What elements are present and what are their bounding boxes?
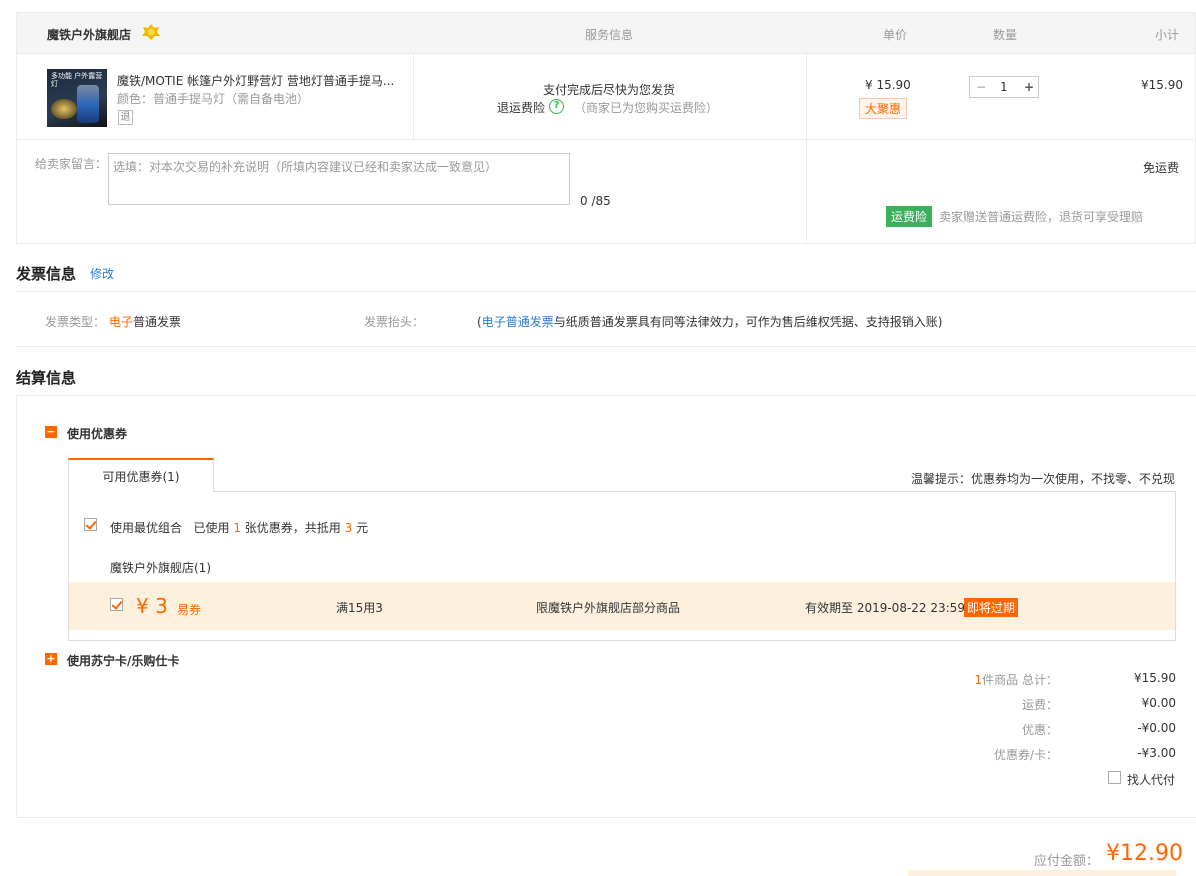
coupon-section-title[interactable]: 使用优惠券 [67,425,127,442]
return-support-icon: 退 [118,110,133,125]
quantity-input[interactable]: 1 [1000,80,1008,94]
color-value: 普通手提马灯（需自备电池） [153,92,310,106]
best-combo-checkbox[interactable] [84,518,97,531]
coupon-type: 易券 [177,603,202,617]
discount-label: 优惠： [1021,723,1058,737]
invoice-type-value: 普通发票 [133,315,182,329]
message-char-count: 0 /85 [580,194,611,208]
coupon-scope: 限魔铁户外旗舰店部分商品 [536,601,681,615]
invoice-title: 发票信息 [16,265,77,283]
service-insurance-note: （商家已为您购买运费险） [574,101,719,115]
promo-tag: 大聚惠 [859,98,908,119]
seller-message-input[interactable]: 选填：对本次交易的补充说明（所填内容建议已经和卖家达成一致意见） [108,153,570,205]
invoice-edit-link[interactable]: 修改 [90,265,114,282]
goods-label: 件商品 总计： [982,673,1058,687]
quantity-stepper: − 1 + [969,76,1039,98]
goods-total-value: ¥15.90 [1134,671,1176,685]
discount-value: -¥0.00 [1137,721,1176,735]
shipping-fee: 免运费 [1143,161,1180,175]
order-table: 魔铁户外旗舰店 服务信息 单价 数量 小计 多功能 户外露营灯 魔铁/MOTIE… [16,12,1196,244]
quantity-plus-button[interactable]: + [1024,80,1034,94]
color-label: 颜色： [117,92,154,106]
gold-badge-icon [141,23,161,41]
shipping-value: ¥0.00 [1141,696,1176,710]
invoice-note: (电子普通发票与纸质普通发票具有同等法律效力，可作为售后维权凭据、支持报销入账) [477,313,942,330]
invoice-note-text: 与纸质普通发票具有同等法律效力，可作为售后维权凭据、支持报销入账) [553,315,943,329]
invoice-type-prefix: 电子 [109,315,134,329]
invoice-type: 电子普通发票 [109,313,181,330]
coupon-checkbox[interactable] [110,598,123,611]
e-invoice-link[interactable]: 电子普通发票 [482,315,554,329]
coupon-shop-group: 魔铁户外旗舰店(1) [110,561,211,575]
header-quantity: 数量 [993,28,1018,42]
expiring-badge: 即将过期 [964,598,1019,617]
invoice-header-label: 发票抬头： [364,315,425,329]
product-color: 颜色：普通手提马灯（需自备电池） [117,90,309,107]
used-mid: 张优惠券，共抵用 [244,521,341,535]
used-amount: 3 [344,521,353,535]
used-count: 1 [233,521,241,535]
invoice-type-label: 发票类型： [45,315,106,329]
product-title[interactable]: 魔铁/MOTIE 帐篷户外灯野营灯 营地灯普通手提马... [117,72,397,89]
best-combo-label: 使用最优组合 [110,521,183,535]
best-combo-text: 使用最优组合 已使用 1 张优惠券，共抵用 3 元 [110,519,368,536]
tab-divider [68,491,1176,492]
expand-icon[interactable]: + [45,653,57,665]
settlement-title: 结算信息 [16,369,77,387]
unit-price: ¥ 15.90 [865,78,911,92]
coupon-expiry: 有效期至 2019-08-22 23:59 [805,601,965,615]
order-table-header: 魔铁户外旗舰店 服务信息 单价 数量 小计 [17,13,1195,54]
message-label: 给卖家留言： [35,157,108,171]
header-subtotal: 小计 [1155,28,1180,42]
insurance-text: 卖家赠送普通运费险，退货可享受理赔 [939,210,1144,224]
tab-available-coupons[interactable]: 可用优惠券(1) [68,458,214,492]
collapse-icon[interactable]: − [45,426,57,438]
header-unit-price: 单价 [883,28,908,42]
coupon-card-label: 优惠券/卡： [993,748,1058,762]
service-insurance: 退运费险 [497,101,546,115]
proxy-pay-label[interactable]: 找人代付 [1127,771,1175,788]
payable-amount: ¥12.90 [1106,841,1183,866]
service-shipping-note: 支付完成后尽快为您发货 [543,83,676,97]
proxy-pay-checkbox[interactable] [1108,771,1121,784]
used-pre: 已使用 [193,521,230,535]
product-thumbnail[interactable]: 多功能 户外露营灯 [47,69,107,127]
product-row: 多功能 户外露营灯 魔铁/MOTIE 帐篷户外灯野营灯 营地灯普通手提马... … [17,54,1195,244]
goods-total-label: 1件商品 总计： [975,671,1058,688]
quantity-minus-button[interactable]: − [976,80,986,94]
shipping-label: 运费： [1021,698,1058,712]
coupon-condition: 满15用3 [336,601,383,615]
header-service: 服务信息 [585,28,634,42]
coupon-card-value: -¥3.00 [1137,746,1176,760]
coupon-tip: 温馨提示：优惠券均为一次使用，不找零、不兑现 [911,472,1176,486]
submit-bar [908,870,1176,876]
help-icon[interactable]: ? [549,99,564,114]
item-subtotal: ¥15.90 [1141,78,1183,92]
card-section-title[interactable]: 使用苏宁卡/乐购仕卡 [67,652,179,669]
payable-label: 应付金额： [1034,854,1100,869]
used-post: 元 [356,521,369,535]
invoice-box: 发票类型： 电子普通发票 发票抬头： (电子普通发票与纸质普通发票具有同等法律效… [16,291,1196,347]
insurance-badge: 运费险 [886,206,933,227]
shop-name[interactable]: 魔铁户外旗舰店 [47,26,131,43]
coupon-amount: ¥ 3 [136,594,168,618]
